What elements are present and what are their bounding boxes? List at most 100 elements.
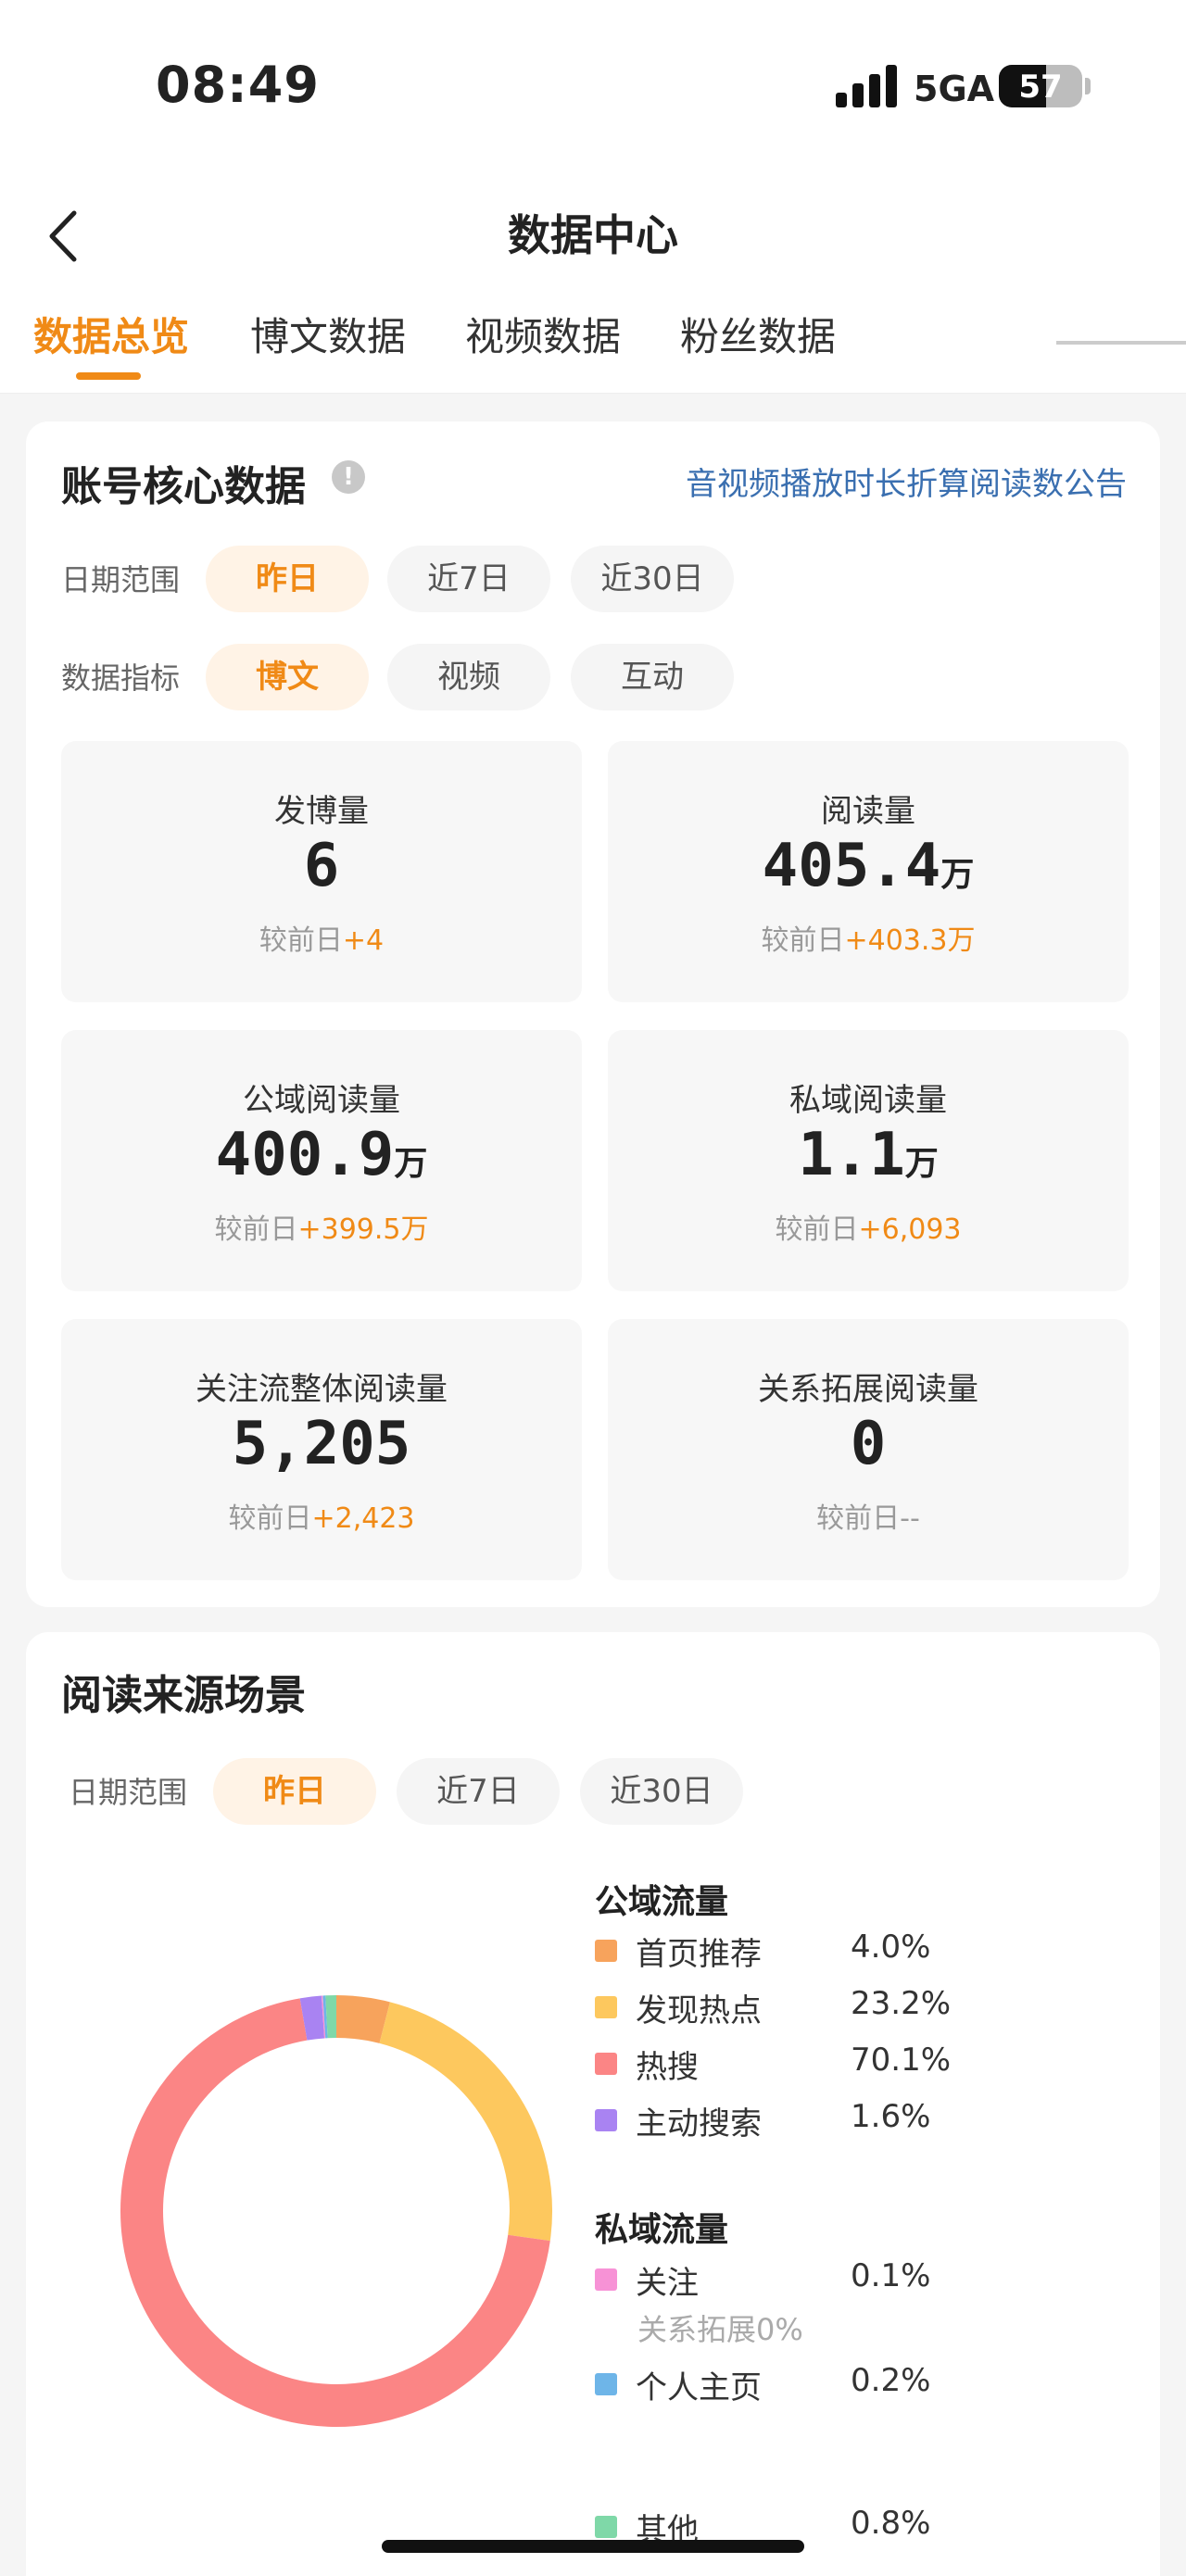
- date-option-yesterday[interactable]: 昨日: [213, 1758, 376, 1825]
- legend-value: 0.2%: [851, 2362, 931, 2399]
- metric-option-post[interactable]: 博文: [206, 644, 369, 710]
- tab-overflow-fade: [890, 306, 1186, 361]
- metric-change: 较前日+6,093: [608, 1206, 1129, 1247]
- metric-private-read[interactable]: 私域阅读量 1.1万 较前日+6,093: [608, 1030, 1129, 1291]
- tab-fans-data[interactable]: 粉丝数据: [680, 306, 836, 362]
- legend-item: 个人主页 0.2%: [595, 2362, 1114, 2408]
- info-icon[interactable]: !: [332, 460, 365, 494]
- legend-swatch: [595, 1996, 617, 2018]
- change-delta: +399.5万: [297, 1213, 429, 1246]
- metric-unit: 万: [394, 1145, 428, 1183]
- metric-post-count[interactable]: 发博量 6 较前日+4: [61, 741, 582, 1002]
- metric-option-video[interactable]: 视频: [387, 644, 550, 710]
- legend-swatch: [595, 1940, 617, 1962]
- donut-chart: [100, 1975, 573, 2447]
- change-delta: --: [900, 1502, 920, 1535]
- core-data-card: 账号核心数据 ! 音视频播放时长折算阅读数公告 日期范围 昨日 近7日 近30日…: [26, 421, 1160, 1607]
- metric-value: 405.4万: [608, 832, 1129, 900]
- metric-read-count[interactable]: 阅读量 405.4万 较前日+403.3万: [608, 741, 1129, 1002]
- metric-number: 1.1: [798, 1121, 905, 1189]
- tab-overview[interactable]: 数据总览: [33, 306, 189, 362]
- date-option-30d[interactable]: 近30日: [580, 1758, 743, 1825]
- legend-name: 发现热点: [636, 1992, 762, 2029]
- metric-label: 私域阅读量: [789, 1082, 947, 1119]
- signal-icon: [836, 65, 901, 107]
- donut-slice-4: [299, 1995, 325, 2041]
- metric-relation-read[interactable]: 关系拓展阅读量 0 较前日--: [608, 1319, 1129, 1580]
- metric-follow-feed-read[interactable]: 关注流整体阅读量 5,205 较前日+2,423: [61, 1319, 582, 1580]
- date-option-7d[interactable]: 近7日: [397, 1758, 560, 1825]
- legend-swatch: [595, 2516, 617, 2538]
- date-option-7d[interactable]: 近7日: [387, 546, 550, 612]
- status-time: 08:49: [156, 56, 320, 114]
- change-delta: +4: [342, 924, 385, 957]
- date-option-yesterday[interactable]: 昨日: [206, 546, 369, 612]
- metric-value: 6: [61, 832, 582, 900]
- legend-item: 主动搜索 1.6%: [595, 2098, 1114, 2144]
- change-prefix: 较前日: [214, 1213, 298, 1246]
- legend-name: 主动搜索: [636, 2105, 762, 2142]
- donut-slice-2: [379, 2002, 552, 2242]
- home-indicator: [382, 2540, 804, 2553]
- notice-link[interactable]: 音视频播放时长折算阅读数公告: [686, 459, 1127, 504]
- metric-label: 数据指标: [61, 660, 181, 696]
- metric-label: 关注流整体阅读量: [196, 1371, 448, 1408]
- network-type: 5GA: [914, 69, 995, 109]
- metric-change: 较前日+4: [61, 917, 582, 958]
- legend-item: 首页推荐 4.0%: [595, 1929, 1114, 1975]
- metric-number: 0: [850, 1410, 887, 1478]
- metric-change: 较前日+2,423: [61, 1495, 582, 1536]
- date-option-30d[interactable]: 近30日: [571, 546, 734, 612]
- legend-name: 热搜: [636, 2049, 699, 2086]
- tab-post-data[interactable]: 博文数据: [250, 306, 406, 362]
- legend-swatch: [595, 2268, 617, 2291]
- metric-label: 阅读量: [821, 793, 915, 830]
- change-prefix: 较前日: [775, 1213, 859, 1246]
- battery-icon: 57: [999, 65, 1082, 107]
- metric-value: 5,205: [61, 1410, 582, 1478]
- metric-value: 0: [608, 1410, 1129, 1478]
- tab-video-data[interactable]: 视频数据: [465, 306, 621, 362]
- metric-unit: 万: [904, 1145, 939, 1183]
- change-prefix: 较前日: [259, 924, 343, 957]
- change-delta: +403.3万: [844, 924, 976, 957]
- metric-change: 较前日--: [608, 1495, 1129, 1536]
- legend-item: 热搜 70.1%: [595, 2042, 1114, 2088]
- metric-label: 公域阅读量: [243, 1082, 400, 1119]
- metric-number: 400.9: [215, 1121, 395, 1189]
- date-range-label: 日期范围: [69, 1775, 188, 1810]
- donut-slice-1: [335, 1995, 390, 2043]
- battery-tip: [1085, 78, 1091, 94]
- legend-value: 0.1%: [851, 2257, 931, 2294]
- legend-swatch: [595, 2053, 617, 2075]
- change-delta: +2,423: [311, 1502, 415, 1535]
- legend-value: 70.1%: [851, 2042, 952, 2079]
- legend-swatch: [595, 2109, 617, 2131]
- legend-name: 关注: [636, 2265, 699, 2302]
- read-source-title: 阅读来源场景: [61, 1672, 306, 1719]
- legend-public-title: 公域流量: [595, 1883, 729, 1921]
- metric-unit: 万: [940, 856, 975, 894]
- legend-item: 发现热点 23.2%: [595, 1985, 1114, 2031]
- legend-value: 1.6%: [851, 2098, 931, 2135]
- metric-number: 5,205: [232, 1410, 411, 1478]
- metric-change: 较前日+399.5万: [61, 1206, 582, 1247]
- date-range-label: 日期范围: [61, 562, 181, 597]
- battery-level: 57: [1018, 69, 1063, 106]
- metric-value: 1.1万: [608, 1121, 1129, 1189]
- legend-relation-note: 关系拓展0%: [637, 2312, 803, 2347]
- tab-bar: 数据总览 博文数据 视频数据 粉丝数据: [0, 306, 1186, 394]
- change-prefix: 较前日: [761, 924, 845, 957]
- metric-number: 6: [303, 832, 340, 900]
- metric-number: 405.4: [762, 832, 941, 900]
- read-source-card: 阅读来源场景 日期范围 昨日 近7日 近30日 公域流量 首页推荐 4.0% 发…: [26, 1632, 1160, 2576]
- metric-public-read[interactable]: 公域阅读量 400.9万 较前日+399.5万: [61, 1030, 582, 1291]
- core-data-title: 账号核心数据: [61, 463, 306, 510]
- status-bar: 08:49 5GA 57: [0, 0, 1186, 167]
- metric-change: 较前日+403.3万: [608, 917, 1129, 958]
- metric-option-interaction[interactable]: 互动: [571, 644, 734, 710]
- change-prefix: 较前日: [228, 1502, 312, 1535]
- change-delta: +6,093: [858, 1213, 962, 1246]
- legend-private-title: 私域流量: [595, 2211, 729, 2249]
- page-title: 数据中心: [508, 210, 678, 260]
